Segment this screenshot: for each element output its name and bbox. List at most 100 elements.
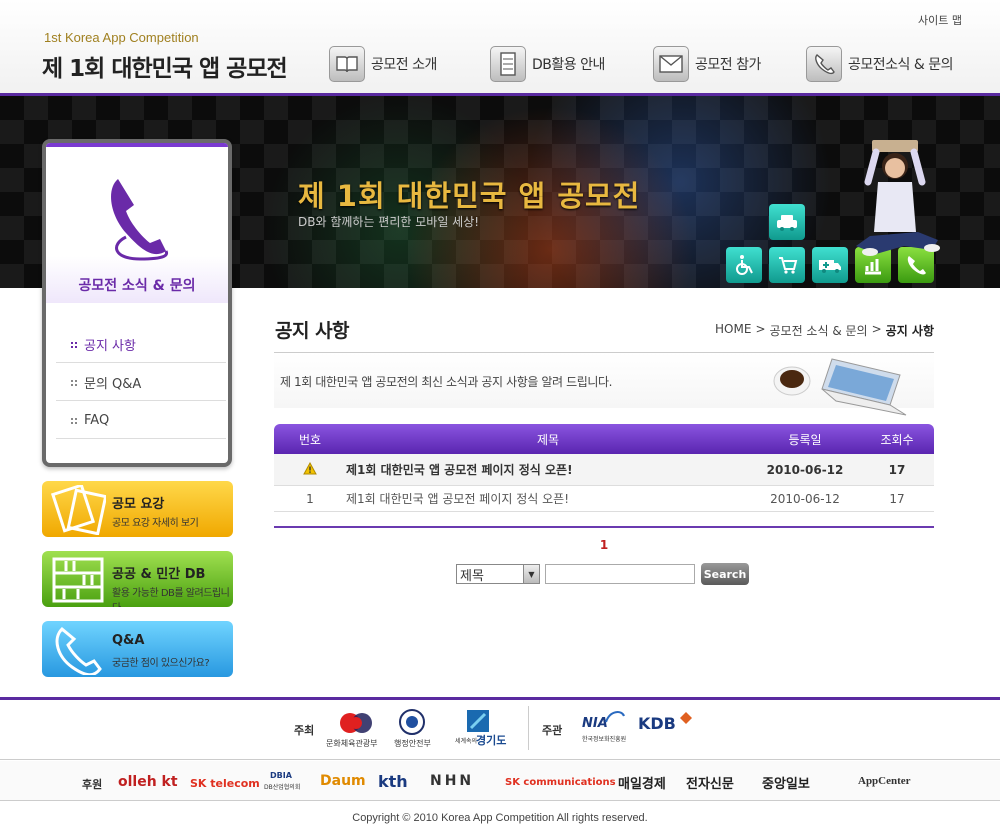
sponsor-logo[interactable]: kth — [378, 772, 408, 791]
mopas-logo-icon — [399, 709, 425, 735]
host-label: 주최 — [294, 724, 315, 737]
sponsor-logo[interactable]: DBIA — [270, 771, 292, 780]
nav-label: DB활용 안내 — [532, 57, 605, 73]
bookshelf-icon — [52, 557, 104, 603]
breadcrumb-home[interactable]: HOME — [715, 322, 751, 339]
nav-item-db-guide[interactable]: DB활용 안내 — [490, 44, 605, 84]
logo-title[interactable]: 제 1회 대한민국 앱 공모전 — [42, 49, 288, 83]
quick-db-button[interactable]: 공공 & 민간 DB 활용 가능한 DB를 알려드립니다 — [42, 551, 233, 607]
row-no: 1 — [306, 491, 314, 506]
table-row[interactable]: 1 제1회 대한민국 앱 공모전 페이지 정식 오픈! 2010-06-12 1… — [274, 486, 934, 512]
board-bottom-border — [274, 512, 934, 528]
search-input[interactable] — [545, 564, 695, 584]
sponsor-subtitle: DB산업협의회 — [264, 784, 301, 791]
column-header-date: 등록일 — [788, 432, 822, 447]
quick-guidelines-button[interactable]: 공모 요강 공모 요강 자세히 보기 — [42, 481, 233, 537]
nav-label: 공모전소식 & 문의 — [848, 57, 953, 73]
search-field-select[interactable]: 제목 ▼ — [456, 564, 540, 584]
sidebar-item-qna[interactable]: 문의 Q&A — [56, 365, 226, 401]
breadcrumb-section[interactable]: 공모전 소식 & 문의 — [770, 322, 868, 339]
post-title-link[interactable]: 제1회 대한민국 앱 공모전 페이지 정식 오픈! — [346, 463, 573, 477]
quick-title: Q&A — [112, 633, 145, 648]
row-title: 제1회 대한민국 앱 공모전 페이지 정식 오픈! — [346, 461, 750, 478]
quick-qna-button[interactable]: Q&A 궁금한 점이 있으신가요? — [42, 621, 233, 677]
sidebar-item-label: FAQ — [84, 413, 110, 428]
sidebar-header: 공모전 소식 & 문의 — [46, 143, 228, 303]
host-name[interactable]: 경기도 — [476, 732, 506, 748]
sitemap-link[interactable]: 사이트 맵 — [918, 12, 962, 28]
cart-icon — [769, 247, 805, 283]
document-icon — [50, 485, 106, 535]
nav-label: 공모전 참가 — [695, 57, 761, 73]
breadcrumb-current: 공지 사항 — [885, 324, 934, 338]
row-title: 제1회 대한민국 앱 공모전 페이지 정식 오픈! — [346, 490, 750, 507]
sponsor-logo[interactable]: Daum — [320, 773, 366, 789]
wheelchair-icon — [726, 247, 762, 283]
sponsor-logo[interactable]: olleh kt — [118, 774, 178, 790]
organizer-label: 주관 — [542, 724, 563, 737]
nia-swoosh-icon — [605, 711, 625, 723]
cabinet-icon — [490, 46, 526, 82]
phone-icon — [806, 46, 842, 82]
sponsor-logo[interactable]: SK communications — [505, 777, 616, 788]
gyeonggi-logo-icon — [467, 710, 489, 732]
footer-separator — [528, 706, 529, 750]
sponsor-logo[interactable]: 중앙일보 — [762, 773, 810, 792]
sponsor-logo[interactable]: 전자신문 — [686, 773, 734, 792]
nav-item-participate[interactable]: 공모전 참가 — [653, 44, 761, 84]
search-bar: 제목 ▼ Search — [456, 563, 749, 585]
book-icon — [329, 46, 365, 82]
mcst-logo-icon — [340, 713, 372, 733]
row-date: 2010-06-12 — [770, 491, 840, 506]
copyright: Copyright © 2010 Korea App Competition A… — [352, 812, 648, 824]
row-hits: 17 — [888, 462, 906, 477]
phone-icon — [111, 179, 169, 261]
sidebar-menu: 공모전 소식 & 문의 공지 사항 문의 Q&A FAQ — [42, 139, 232, 467]
sidebar-item-label: 문의 Q&A — [84, 377, 142, 392]
host-name[interactable]: 행정안전부 — [394, 738, 431, 749]
host-organizer-row: 주최 문화체육관광부 행정안전부 세계속의 경기도 주관 NIA 한국정보화진흥… — [0, 700, 1000, 760]
quick-title: 공모 요강 — [112, 497, 165, 512]
sponsor-logo[interactable]: NHN — [430, 773, 474, 789]
intro-box: 제 1회 대한민국 앱 공모전의 최신 소식과 공지 사항을 알려 드립니다. — [274, 352, 934, 416]
sponsor-logo[interactable]: SK telecom — [190, 777, 260, 790]
logo-subtitle[interactable]: 1st Korea App Competition — [44, 30, 199, 45]
chevron-down-icon[interactable]: ▼ — [523, 565, 539, 583]
sidebar-item-notice[interactable]: 공지 사항 — [56, 327, 226, 363]
column-header-no: 번호 — [298, 432, 322, 447]
row-date: 2010-06-12 — [766, 462, 844, 477]
board-header: 번호 제목 등록일 조회수 — [274, 424, 934, 454]
sponsor-logo[interactable]: AppCenter — [858, 775, 911, 787]
table-row-notice[interactable]: 제1회 대한민국 앱 공모전 페이지 정식 오픈! 2010-06-12 17 — [274, 454, 934, 486]
quick-subtitle: 궁금한 점이 있으신가요? — [112, 658, 210, 669]
column-header-title: 제목 — [536, 432, 560, 447]
ambulance-icon — [812, 247, 848, 283]
nav-item-intro[interactable]: 공모전 소개 — [329, 44, 437, 84]
post-title-link[interactable]: 제1회 대한민국 앱 공모전 페이지 정식 오픈! — [346, 492, 569, 506]
column-header-hits: 조회수 — [880, 432, 914, 447]
quick-title: 공공 & 민간 DB — [112, 567, 206, 582]
organizer-logo[interactable]: KDB — [638, 714, 676, 733]
envelope-icon — [653, 46, 689, 82]
kdb-mark-icon — [680, 712, 692, 724]
sidebar-item-faq[interactable]: FAQ — [56, 403, 226, 439]
nav-item-news-contact[interactable]: 공모전소식 & 문의 — [806, 44, 953, 84]
breadcrumb-separator: > — [871, 322, 882, 336]
breadcrumb: HOME > 공모전 소식 & 문의 > 공지 사항 — [715, 322, 934, 339]
sidebar-item-label: 공지 사항 — [84, 339, 136, 354]
grid-bullet-icon — [70, 378, 78, 387]
pagination: 1 — [274, 538, 934, 552]
search-button[interactable]: Search — [701, 563, 749, 585]
quick-subtitle: 활용 가능한 DB를 알려드립니다 — [112, 588, 230, 607]
grid-bullet-icon — [70, 416, 78, 425]
sponsor-row: 후원 olleh kt SK telecom DBIA DB산업협의회 Daum… — [0, 761, 1000, 801]
page-link-current[interactable]: 1 — [600, 538, 608, 552]
taxi-icon — [769, 204, 805, 240]
nav-label: 공모전 소개 — [371, 57, 437, 73]
quick-subtitle: 공모 요강 자세히 보기 — [112, 518, 199, 529]
host-name[interactable]: 문화체육관광부 — [326, 738, 378, 749]
sponsor-logo[interactable]: 매일경제 — [618, 773, 666, 792]
page-title: 공지 사항 — [275, 320, 350, 342]
visual-title: 제 1회 대한민국 앱 공모전 — [298, 179, 641, 213]
search-field-value: 제목 — [460, 568, 484, 584]
